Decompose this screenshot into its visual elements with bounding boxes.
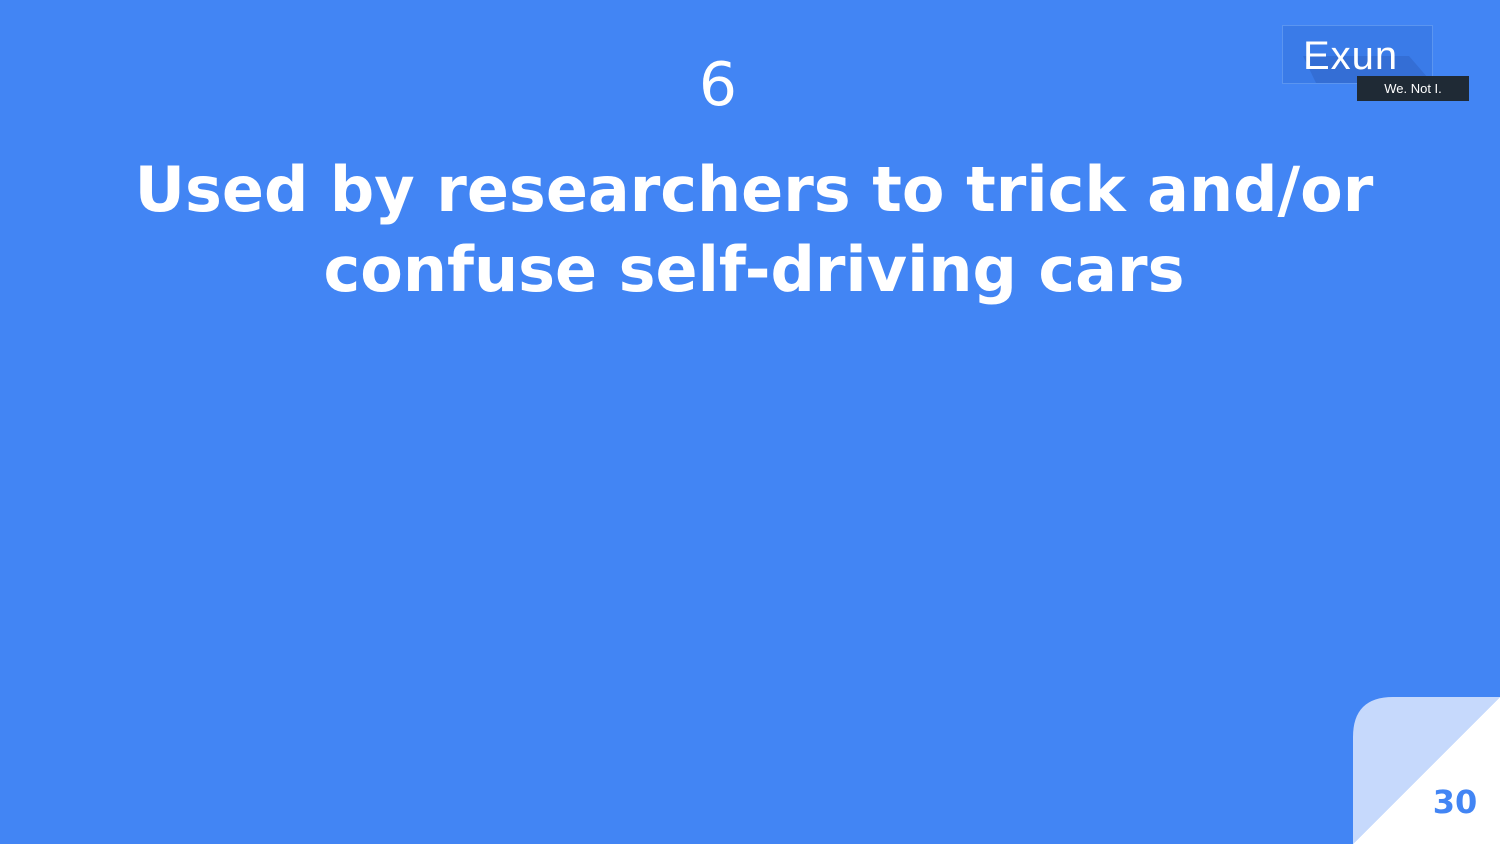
slide: 6 Used by researchers to trick and/or co… bbox=[0, 0, 1500, 844]
logo-tagline: We. Not I. bbox=[1357, 76, 1469, 101]
exun-logo: Exun We. Not I. bbox=[1282, 25, 1470, 101]
question-number: 6 bbox=[698, 50, 738, 120]
question-text: Used by researchers to trick and/or conf… bbox=[134, 153, 1374, 306]
page-number: 30 bbox=[1432, 783, 1478, 821]
logo-wordmark: Exun bbox=[1303, 34, 1399, 78]
